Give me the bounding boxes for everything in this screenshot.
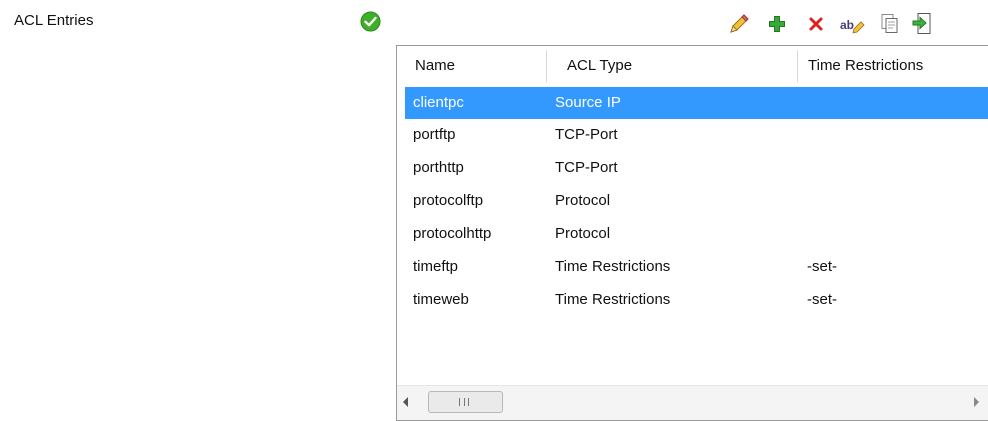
column-header-name[interactable]: Name: [405, 46, 547, 86]
close-x-icon: [808, 16, 824, 32]
cell-name: timeweb: [413, 291, 469, 308]
svg-text:ab: ab: [840, 18, 854, 32]
import-icon: [911, 12, 933, 36]
horizontal-scrollbar[interactable]: [397, 385, 988, 420]
list-header: Name ACL Type Time Restrictions: [397, 46, 988, 86]
cell-name: portftp: [413, 126, 456, 143]
table-row[interactable]: portftp TCP-Port: [405, 119, 988, 151]
copy-document-icon: [880, 13, 900, 35]
acl-entries-label: ACL Entries: [14, 12, 94, 29]
cell-acl-type: Protocol: [555, 192, 611, 209]
acl-entries-list[interactable]: Name ACL Type Time Restrictions clientpc…: [396, 45, 988, 421]
rename-button[interactable]: ab: [839, 10, 865, 38]
cell-acl-type: Time Restrictions: [555, 258, 671, 275]
grip-icon: [459, 398, 469, 406]
cell-name: protocolhttp: [413, 225, 492, 242]
cell-acl-type: TCP-Port: [555, 126, 618, 143]
pencil-icon: [727, 12, 751, 36]
add-button[interactable]: [764, 10, 790, 38]
scroll-thumb[interactable]: [428, 391, 503, 413]
table-row[interactable]: protocolhttp Protocol: [405, 218, 988, 250]
column-header-acl-type[interactable]: ACL Type: [557, 46, 809, 86]
cell-acl-type: TCP-Port: [555, 159, 618, 176]
cell-acl-type: Protocol: [555, 225, 611, 242]
cell-time-restrictions: -set-: [807, 291, 837, 308]
table-row[interactable]: porthttp TCP-Port: [405, 152, 988, 184]
scroll-right-arrow-icon[interactable]: [974, 397, 979, 407]
column-header-time-restrictions[interactable]: Time Restrictions: [798, 46, 988, 86]
cell-name: protocolftp: [413, 192, 484, 209]
import-button[interactable]: [909, 10, 935, 38]
edit-button[interactable]: [726, 10, 752, 38]
cell-name: timeftp: [413, 258, 459, 275]
cell-acl-type: Source IP: [555, 94, 621, 111]
table-row[interactable]: timeweb Time Restrictions -set-: [405, 284, 988, 316]
cell-name: porthttp: [413, 159, 464, 176]
rename-ab-icon: ab: [839, 13, 865, 35]
table-row[interactable]: timeftp Time Restrictions -set-: [405, 251, 988, 283]
cell-name: clientpc: [413, 94, 464, 111]
check-circle-icon: [360, 11, 381, 32]
scroll-left-arrow-icon[interactable]: [403, 397, 408, 407]
delete-button[interactable]: [803, 10, 829, 38]
cell-acl-type: Time Restrictions: [555, 291, 671, 308]
table-row[interactable]: protocolftp Protocol: [405, 185, 988, 217]
cell-time-restrictions: -set-: [807, 258, 837, 275]
column-divider[interactable]: [546, 50, 547, 82]
table-row[interactable]: clientpc Source IP: [405, 87, 988, 119]
plus-icon: [768, 15, 786, 33]
toolbar: ab: [726, 10, 988, 38]
copy-button[interactable]: [877, 10, 903, 38]
